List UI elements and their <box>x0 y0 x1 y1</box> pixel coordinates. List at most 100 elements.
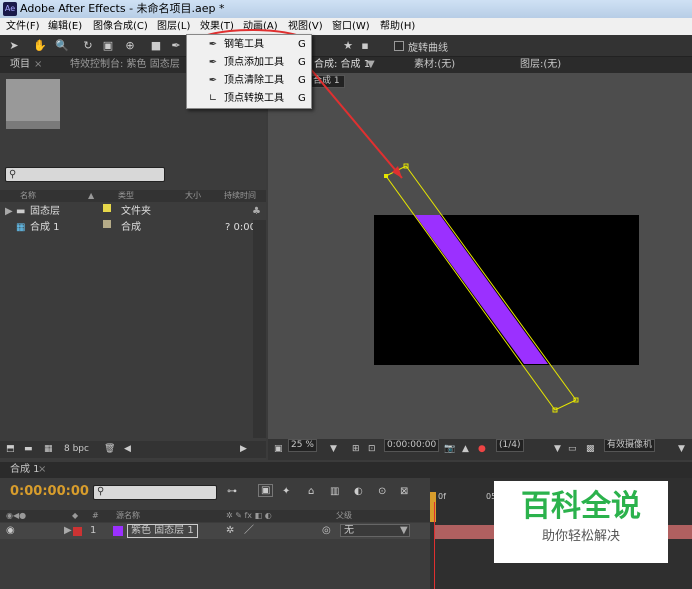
project-scrollbar[interactable] <box>253 220 266 438</box>
tab-close-icon[interactable]: × <box>38 462 46 478</box>
tab-project[interactable]: 项目 <box>10 57 30 73</box>
pan-behind-tool-icon[interactable]: ⊕ <box>122 38 138 54</box>
tab-close-icon[interactable]: × <box>34 57 42 73</box>
visibility-icon[interactable]: ◉ <box>6 523 15 539</box>
col-type[interactable]: 类型 <box>118 190 134 202</box>
menu-item-add-vertex-tool[interactable]: ✒ 顶点添加工具 G <box>187 54 313 72</box>
item-duration: ? 0:00 <box>225 222 256 233</box>
tab-composition[interactable]: 合成: 合成 1 <box>314 57 370 73</box>
viewer-options-icon[interactable]: ▣ <box>274 439 283 460</box>
frame-blending-icon[interactable]: ▥ <box>330 486 339 497</box>
puppet-tool-icon[interactable]: ▪ <box>357 38 373 54</box>
col-parent[interactable]: 父级 <box>336 510 352 522</box>
col-source-name[interactable]: 源名称 <box>116 510 140 522</box>
resolution-dropdown-icon[interactable]: ▼ <box>554 439 561 460</box>
hand-tool-icon[interactable]: ✋ <box>32 38 48 54</box>
convert-vertex-icon: ∟ <box>208 93 218 104</box>
viewer-timecode[interactable]: 0:00:00:00 <box>384 439 440 452</box>
work-area-start[interactable] <box>430 492 436 522</box>
sort-icon: ▲ <box>88 191 95 200</box>
quality-switch-icon[interactable]: ／ <box>244 523 254 539</box>
viewer-tabs: 合成: 合成 1 ▼ 素材:(无) 图层:(无) <box>268 57 692 73</box>
rotobezier-label: 旋转曲线 <box>408 43 448 54</box>
snapshot-icon[interactable]: 📷 <box>444 439 455 460</box>
pen-tool-icon[interactable]: ✒ <box>168 38 184 54</box>
mask-visibility-icon[interactable]: ⊡ <box>368 439 376 460</box>
new-folder-icon[interactable]: ▬ <box>24 441 33 458</box>
menu-edit[interactable]: 编辑(E) <box>48 18 82 35</box>
parent-pickwhip-icon[interactable]: ◎ <box>322 523 331 539</box>
breadcrumb[interactable]: 合成 1 <box>308 75 345 88</box>
timeline-columns: ◉◀● ◆ # 源名称 ✲ ✎ fx ◧ ◐ 父级 <box>0 510 430 522</box>
tab-effect-controls[interactable]: 特效控制台: 紫色 固态层 <box>70 57 180 73</box>
camera-tool-icon[interactable]: ▣ <box>100 38 116 54</box>
col-duration[interactable]: 持续时间 <box>224 190 256 202</box>
menu-layer[interactable]: 图层(L) <box>157 18 190 35</box>
rotobezier-checkbox[interactable] <box>394 41 404 51</box>
draft-3d-icon[interactable]: ✦ <box>282 486 290 497</box>
menu-view[interactable]: 视图(V) <box>288 18 323 35</box>
list-item[interactable]: ▦ 合成 1 合成 ? 0:00 <box>0 220 266 236</box>
scroll-right-icon[interactable]: ▶ <box>240 441 247 458</box>
label-color-swatch[interactable] <box>103 220 111 228</box>
show-snapshot-icon[interactable]: ▲ <box>462 439 469 460</box>
rotate-tool-icon[interactable]: ↻ <box>80 38 96 54</box>
label-color-swatch[interactable] <box>73 527 82 536</box>
menu-effect[interactable]: 效果(T) <box>200 18 234 35</box>
new-composition-icon[interactable]: ▦ <box>44 441 53 458</box>
scroll-left-icon[interactable]: ◀ <box>124 441 131 458</box>
current-time-indicator[interactable] <box>434 502 435 589</box>
zoom-dropdown-icon[interactable]: ▼ <box>330 439 337 460</box>
tab-layer[interactable]: 图层:(无) <box>520 57 561 73</box>
transparency-grid-icon[interactable]: ▩ <box>586 439 595 460</box>
tab-footage[interactable]: 素材:(无) <box>414 57 455 73</box>
brainstorm-icon[interactable]: ⊙ <box>378 486 386 497</box>
expand-arrow-icon[interactable]: ▶ <box>5 204 13 220</box>
current-time-display[interactable]: 0:00:00:00 <box>10 484 89 499</box>
tab-timeline-composition[interactable]: 合成 1 <box>10 462 40 478</box>
project-search-input[interactable]: ⚲ <box>5 167 165 182</box>
timeline-search-input[interactable]: ⚲ <box>93 485 217 500</box>
list-item[interactable]: ▶ ▬ 固态层 文件夹 ♣ <box>0 204 266 220</box>
hide-shy-layers-icon[interactable]: ⌂ <box>308 486 314 497</box>
menu-item-delete-vertex-tool[interactable]: ✒ 顶点清除工具 G <box>187 72 313 90</box>
comp-mini-flowchart-icon[interactable]: ⊶ <box>227 486 237 497</box>
camera-dropdown-icon[interactable]: ▼ <box>678 439 685 460</box>
layer-name[interactable]: 紫色 固态层 1 <box>127 524 198 538</box>
camera-select[interactable]: 有效摄像机 <box>604 439 656 452</box>
menu-help[interactable]: 帮助(H) <box>380 18 415 35</box>
menu-animation[interactable]: 动画(A) <box>243 18 278 35</box>
menu-composition[interactable]: 图像合成(C) <box>93 18 148 35</box>
menu-file[interactable]: 文件(F) <box>6 18 40 35</box>
col-name[interactable]: 名称 <box>20 190 36 202</box>
zoom-select[interactable]: 25 % <box>288 439 317 452</box>
parent-dropdown-icon[interactable]: ▼ <box>400 523 408 539</box>
watermark-title: 百科全说 <box>521 489 641 524</box>
safe-margins-icon[interactable]: ⊞ <box>352 439 360 460</box>
search-icon: ⚲ <box>9 169 17 180</box>
color-channel-icon[interactable]: ● <box>478 439 486 460</box>
zoom-tool-icon[interactable]: 🔍 <box>54 38 70 54</box>
trash-icon[interactable]: 🗑 <box>104 441 115 458</box>
motion-blur-icon[interactable]: ◐ <box>354 486 363 497</box>
table-row[interactable]: ◉ ▶ 1 紫色 固态层 1 ✲ ／ ◎ 无 ▼ <box>0 523 430 539</box>
selection-tool-icon[interactable]: ➤ <box>6 38 22 54</box>
bpc-label[interactable]: 8 bpc <box>64 441 89 458</box>
region-of-interest-icon[interactable]: ▭ <box>568 439 577 460</box>
composition-canvas[interactable] <box>374 215 639 365</box>
mask-tool-icon[interactable]: ■ <box>148 38 164 54</box>
composition-dropdown-icon[interactable]: ▼ <box>367 57 375 73</box>
project-columns: 名称 ▲ 类型 大小 持续时间 <box>0 190 266 202</box>
menu-window[interactable]: 窗口(W) <box>332 18 370 35</box>
resolution-select[interactable]: (1/4) <box>496 439 524 452</box>
graph-editor-icon[interactable]: ⊠ <box>400 486 408 497</box>
label-color-swatch[interactable] <box>103 204 111 212</box>
interpret-footage-icon[interactable]: ⬒ <box>6 441 15 458</box>
menu-item-pen-tool[interactable]: ✒ 钢笔工具 G <box>187 36 313 54</box>
live-update-icon[interactable]: ▣ <box>258 484 274 497</box>
menu-item-convert-vertex-tool[interactable]: ∟ 顶点转换工具 G <box>187 90 313 108</box>
star-icon[interactable]: ★ <box>340 38 356 54</box>
shy-switch-icon[interactable]: ✲ <box>226 523 234 539</box>
col-size[interactable]: 大小 <box>185 190 201 202</box>
expand-arrow-icon[interactable]: ▶ <box>64 523 72 539</box>
